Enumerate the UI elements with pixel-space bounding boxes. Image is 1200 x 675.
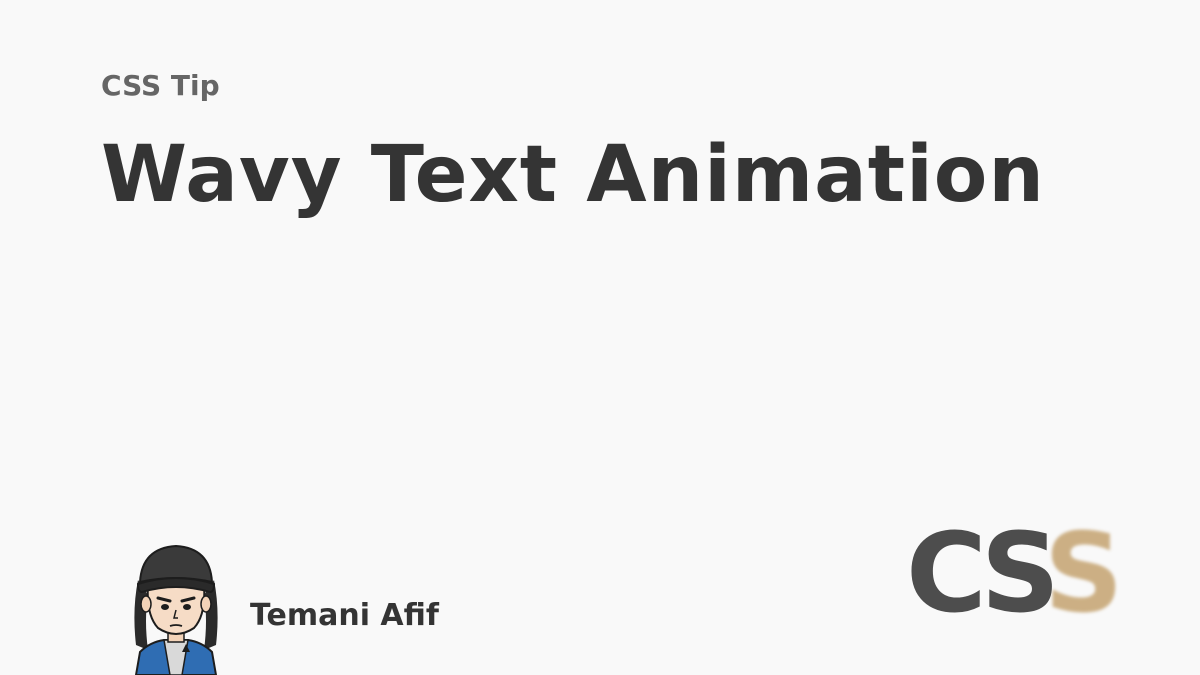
author-block: Temani Afif [130,540,460,675]
eyebrow-label: CSS Tip [101,69,220,102]
author-name: Temani Afif [250,598,439,633]
svg-text:S: S [1044,515,1120,625]
svg-text:CS: CS [906,515,1053,625]
avatar [134,544,218,675]
page-title: Wavy Text Animation [101,130,1045,220]
css-logo-icon: S CS [906,515,1120,625]
